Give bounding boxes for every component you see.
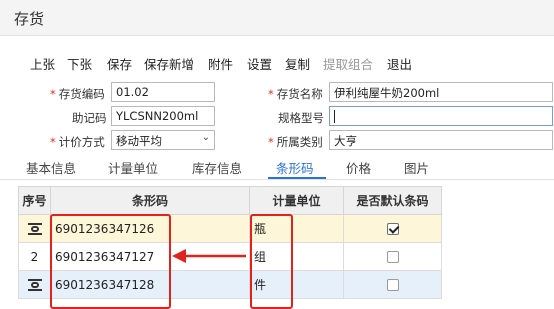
col-header-no: 序号 [18, 186, 51, 215]
row-no-cell[interactable]: 2 [18, 242, 51, 271]
mnemonic-field[interactable]: YLCSNN200ml [111, 106, 215, 126]
save-new-button[interactable]: 保存新增 [144, 54, 194, 73]
tab-barcode[interactable]: 条形码 [276, 158, 314, 177]
default-cell[interactable] [343, 214, 442, 243]
unit-cell[interactable]: 组 [249, 242, 344, 271]
default-checkbox[interactable] [386, 251, 399, 263]
tab-image[interactable]: 图片 [404, 158, 429, 177]
code-label-text: 存货编码 [58, 87, 105, 101]
window-title-bar: 存货 [0, 0, 554, 36]
annotation-arrow-icon [172, 249, 246, 263]
required-mark: * [268, 135, 274, 149]
next-button[interactable]: 下张 [67, 54, 92, 73]
tab-basic-info[interactable]: 基本信息 [26, 158, 76, 177]
table-row[interactable]: 6901236347128 件 [18, 270, 442, 299]
active-tab-indicator [268, 177, 326, 179]
attachment-button[interactable]: 附件 [208, 54, 233, 73]
exit-button[interactable]: 退出 [387, 54, 412, 73]
category-label: * 所属类别 [268, 134, 323, 150]
tab-price[interactable]: 价格 [346, 158, 371, 177]
name-label: * 存货名称 [268, 86, 323, 102]
spec-label: 规格型号 [278, 111, 324, 125]
valuation-select-value: 移动平均 [116, 134, 162, 148]
tab-units[interactable]: 计量单位 [108, 158, 158, 177]
table-row[interactable]: 6901236347126 瓶 [18, 214, 442, 243]
barcode-table: 序号 条形码 计量单位 是否默认条码 6901236347126 瓶 2 690… [18, 186, 442, 299]
copy-button[interactable]: 复制 [285, 54, 310, 73]
row-edit-icon[interactable] [27, 223, 42, 235]
category-field[interactable]: 大亨 [329, 130, 553, 150]
name-field[interactable]: 伊利纯屋牛奶200ml [329, 82, 553, 102]
extract-combo-button[interactable]: 提取组合 [323, 54, 373, 73]
tab-inventory-info[interactable]: 库存信息 [192, 158, 242, 177]
unit-cell[interactable]: 件 [249, 270, 344, 299]
col-header-barcode: 条形码 [50, 186, 250, 215]
toolbar: 上张 下张 保存 保存新增 附件 设置 复制 提取组合 退出 [0, 50, 554, 74]
mnemonic-label: 助记码 [72, 111, 107, 125]
barcode-cell[interactable]: 6901236347128 [50, 270, 250, 299]
default-checkbox[interactable] [386, 279, 399, 291]
required-mark: * [50, 87, 56, 101]
table-header-row: 序号 条形码 计量单位 是否默认条码 [18, 186, 442, 215]
category-label-text: 所属类别 [276, 135, 323, 149]
settings-button[interactable]: 设置 [247, 54, 272, 73]
default-cell[interactable] [343, 242, 442, 271]
spec-field[interactable] [329, 106, 553, 126]
code-label: * 存货编码 [50, 86, 105, 102]
row-number: 2 [30, 249, 39, 264]
name-label-text: 存货名称 [276, 87, 323, 101]
row-no-cell[interactable] [18, 270, 51, 299]
col-header-unit: 计量单位 [249, 186, 344, 215]
code-field[interactable]: 01.02 [111, 82, 215, 102]
row-edit-icon[interactable] [27, 279, 42, 291]
col-header-default: 是否默认条码 [343, 186, 442, 215]
row-no-cell[interactable] [18, 214, 51, 243]
chevron-down-icon: ⌄ [201, 132, 210, 143]
valuation-select[interactable]: 移动平均 ⌄ [111, 130, 215, 150]
text-caret [334, 110, 335, 123]
default-checkbox[interactable] [386, 223, 399, 235]
prev-button[interactable]: 上张 [30, 54, 55, 73]
barcode-cell[interactable]: 6901236347126 [50, 214, 250, 243]
window-title: 存货 [14, 10, 45, 28]
unit-cell[interactable]: 瓶 [249, 214, 344, 243]
required-mark: * [268, 87, 274, 101]
default-cell[interactable] [343, 270, 442, 299]
valuation-label: * 计价方式 [50, 134, 105, 150]
required-mark: * [50, 135, 56, 149]
valuation-label-text: 计价方式 [58, 135, 105, 149]
save-button[interactable]: 保存 [107, 54, 132, 73]
